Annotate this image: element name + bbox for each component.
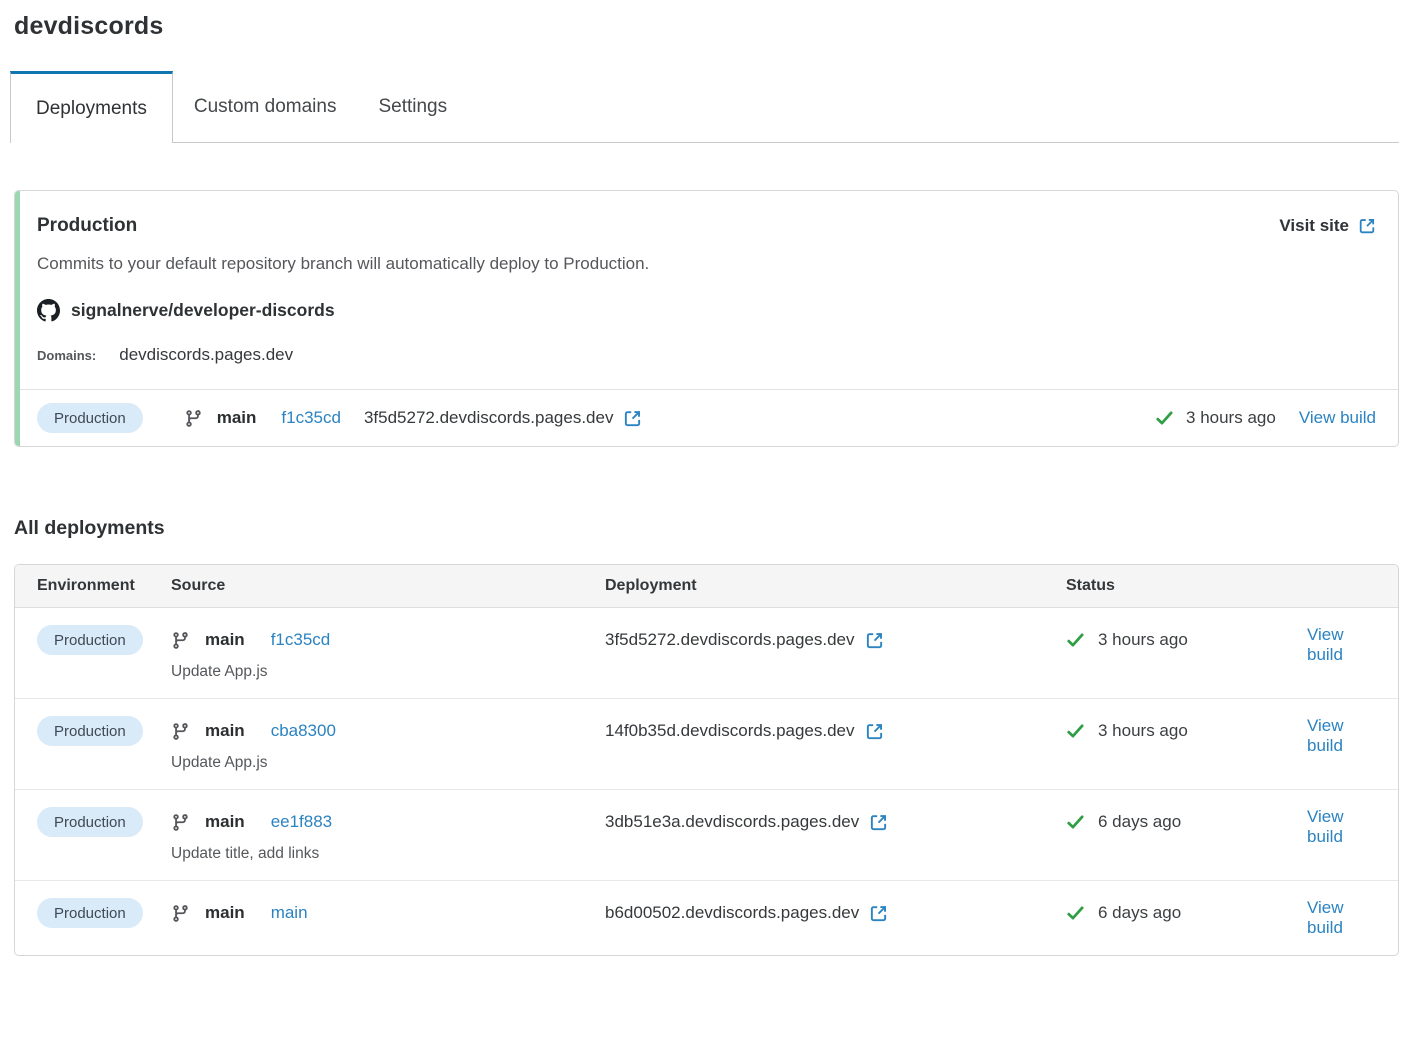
commit-message: Update App.js: [171, 663, 605, 681]
deployment-url[interactable]: 14f0b35d.devdiscords.pages.dev: [605, 721, 855, 741]
branch-name: main: [205, 630, 245, 650]
check-icon: [1066, 813, 1085, 832]
production-card-body: Production Visit site Commits to your de…: [15, 191, 1398, 389]
view-build-link[interactable]: View build: [1307, 898, 1376, 938]
production-card: Production Visit site Commits to your de…: [14, 190, 1399, 447]
deployment-url[interactable]: 3db51e3a.devdiscords.pages.dev: [605, 812, 859, 832]
external-link-icon[interactable]: [869, 813, 888, 832]
commit-link[interactable]: f1c35cd: [281, 408, 341, 428]
check-icon: [1066, 722, 1085, 741]
table-header: Environment Source Deployment Status: [15, 565, 1398, 608]
domain-value: devdiscords.pages.dev: [119, 345, 293, 365]
view-build-link[interactable]: View build: [1307, 625, 1376, 665]
environment-badge: Production: [37, 625, 143, 655]
environment-badge: Production: [37, 807, 143, 837]
commit-link[interactable]: f1c35cd: [271, 630, 331, 650]
environment-badge: Production: [37, 898, 143, 928]
status-time: 6 days ago: [1098, 812, 1181, 832]
commit-link[interactable]: cba8300: [271, 721, 336, 741]
commit-message: Update title, add links: [171, 845, 605, 863]
domains-label: Domains:: [37, 348, 96, 363]
table-row: Production main main b6d00502.devdiscord…: [15, 880, 1398, 955]
commit-link[interactable]: main: [271, 903, 308, 923]
column-header-deployment: Deployment: [605, 577, 1066, 595]
production-card-description: Commits to your default repository branc…: [37, 254, 1376, 274]
table-row: Production main cba8300 Update App.js 14…: [15, 698, 1398, 789]
table-row: Production main ee1f883 Update title, ad…: [15, 789, 1398, 880]
check-icon: [1066, 631, 1085, 650]
production-deployment-row: Production main f1c35cd 3f5d5272.devdisc…: [15, 389, 1398, 446]
branch-name: main: [205, 721, 245, 741]
git-branch-icon: [184, 409, 203, 428]
repository-name: signalnerve/developer-discords: [71, 300, 335, 321]
status-group: 3 hours ago View build: [1155, 408, 1376, 428]
environment-badge: Production: [37, 403, 143, 433]
status-time: 6 days ago: [1098, 903, 1181, 923]
visit-site-link[interactable]: Visit site: [1279, 216, 1376, 236]
column-header-environment: Environment: [37, 577, 171, 595]
page-title: devdiscords: [14, 12, 1399, 41]
deployment-url[interactable]: b6d00502.devdiscords.pages.dev: [605, 903, 859, 923]
git-branch-icon: [171, 631, 190, 650]
environment-badge: Production: [37, 716, 143, 746]
external-link-icon[interactable]: [623, 409, 642, 428]
check-icon: [1066, 904, 1085, 923]
all-deployments-title: All deployments: [14, 517, 1399, 540]
tab-deployments[interactable]: Deployments: [10, 71, 173, 143]
view-build-link[interactable]: View build: [1299, 408, 1376, 428]
external-link-icon[interactable]: [869, 904, 888, 923]
status-time: 3 hours ago: [1186, 408, 1276, 428]
domains-row: Domains: devdiscords.pages.dev: [37, 345, 1376, 365]
check-icon: [1155, 409, 1174, 428]
branch-name: main: [205, 812, 245, 832]
view-build-link[interactable]: View build: [1307, 807, 1376, 847]
visit-site-label: Visit site: [1279, 216, 1349, 236]
branch-name: main: [205, 903, 245, 923]
tab-custom-domains[interactable]: Custom domains: [173, 71, 358, 142]
git-branch-icon: [171, 813, 190, 832]
external-link-icon[interactable]: [865, 631, 884, 650]
column-header-status: Status: [1066, 577, 1284, 595]
commit-link[interactable]: ee1f883: [271, 812, 332, 832]
git-branch-icon: [171, 904, 190, 923]
external-link-icon: [1358, 217, 1376, 235]
production-card-title: Production: [37, 215, 137, 237]
repository-row: signalnerve/developer-discords: [37, 299, 1376, 322]
column-header-actions: [1284, 577, 1376, 595]
view-build-link[interactable]: View build: [1307, 716, 1376, 756]
external-link-icon[interactable]: [865, 722, 884, 741]
tab-settings[interactable]: Settings: [357, 71, 468, 142]
git-branch-icon: [171, 722, 190, 741]
deployment-url[interactable]: 3f5d5272.devdiscords.pages.dev: [605, 630, 855, 650]
deployments-table: Environment Source Deployment Status Pro…: [14, 564, 1399, 956]
branch-name: main: [217, 408, 257, 428]
status-time: 3 hours ago: [1098, 721, 1188, 741]
deployment-url[interactable]: 3f5d5272.devdiscords.pages.dev: [364, 408, 614, 428]
commit-message: Update App.js: [171, 754, 605, 772]
status-time: 3 hours ago: [1098, 630, 1188, 650]
tab-bar: Deployments Custom domains Settings: [14, 71, 1399, 143]
github-icon: [37, 299, 60, 322]
table-row: Production main f1c35cd Update App.js 3f…: [15, 608, 1398, 698]
page: devdiscords Deployments Custom domains S…: [0, 0, 1413, 956]
column-header-source: Source: [171, 577, 605, 595]
